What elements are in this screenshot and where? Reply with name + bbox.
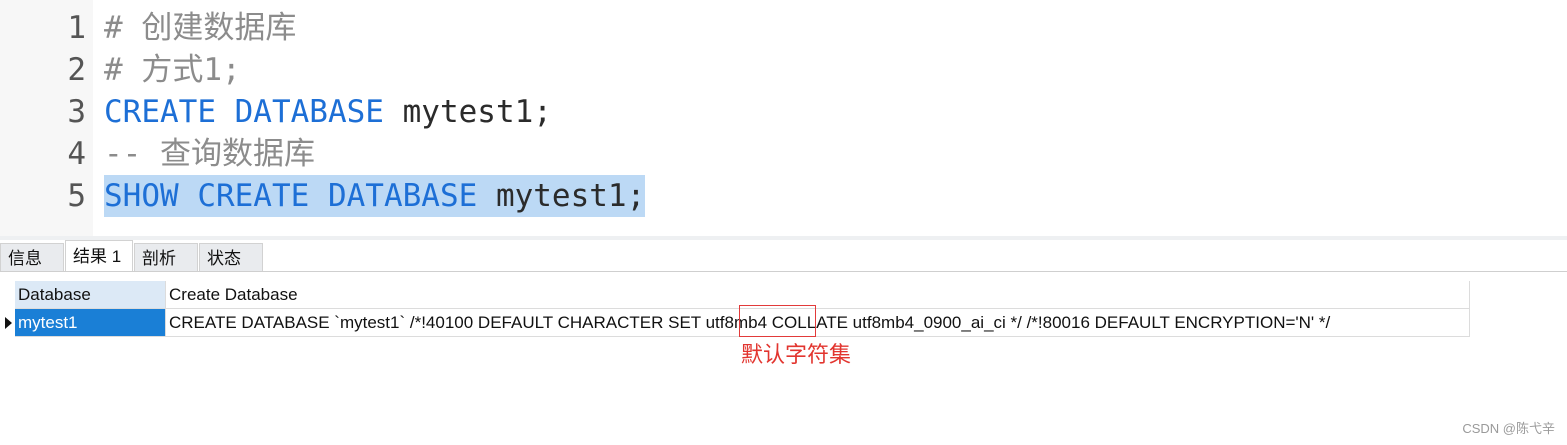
sql-identifier: mytest1; <box>383 94 552 130</box>
sql-keyword: SHOW CREATE DATABASE <box>104 178 478 214</box>
result-tab-bar: 信息 结果 1 剖析 状态 <box>0 240 1567 273</box>
line-number: 3 <box>67 94 86 130</box>
code-line-2[interactable]: 2 # 方式1; <box>0 49 1567 91</box>
sql-identifier: mytest1; <box>477 178 646 214</box>
column-header-database[interactable]: Database <box>15 281 166 309</box>
create-sql-suffix: COLLATE utf8mb4_0900_ai_ci */ /*!80016 D… <box>767 313 1331 332</box>
result-grid[interactable]: Database Create Database mytest1 CREATE … <box>0 281 1470 339</box>
code-line-3[interactable]: 3 CREATE DATABASE mytest1; <box>0 91 1567 133</box>
tab-info[interactable]: 信息 <box>0 243 64 272</box>
cell-database[interactable]: mytest1 <box>15 309 166 337</box>
code-line-4[interactable]: 4 -- 查询数据库 <box>0 133 1567 175</box>
create-sql-prefix: CREATE DATABASE `mytest1` /*!40100 DEFAU… <box>169 313 706 332</box>
comment-text: # 创建数据库 <box>104 10 297 46</box>
current-row-arrow-icon <box>5 317 12 329</box>
tab-status[interactable]: 状态 <box>199 243 263 272</box>
tab-bar-divider <box>0 271 1567 272</box>
line-number: 5 <box>67 178 86 214</box>
watermark: CSDN @陈弋辛 <box>1462 421 1555 436</box>
sql-statement: CREATE DATABASE mytest1; <box>104 91 552 133</box>
row-indicator-column <box>0 281 15 339</box>
line-number: 1 <box>67 10 86 46</box>
tab-result-1[interactable]: 结果 1 <box>65 240 133 272</box>
charset-highlight-box <box>739 305 816 337</box>
line-number: 2 <box>67 52 86 88</box>
line-number: 4 <box>67 136 86 172</box>
code-line-5[interactable]: 5 SHOW CREATE DATABASE mytest1; <box>0 175 1567 217</box>
code-line-1[interactable]: 1 # 创建数据库 <box>0 7 1567 49</box>
sql-keyword: CREATE DATABASE <box>104 94 384 130</box>
column-header-create-database[interactable]: Create Database <box>166 281 1470 309</box>
charset-annotation: 默认字符集 <box>741 342 852 367</box>
selected-sql-statement: SHOW CREATE DATABASE mytest1; <box>104 175 646 217</box>
sql-editor[interactable]: 1 # 创建数据库 2 # 方式1; 3 CREATE DATABASE myt… <box>0 0 1567 236</box>
tab-profile[interactable]: 剖析 <box>134 243 198 272</box>
cell-create-database[interactable]: CREATE DATABASE `mytest1` /*!40100 DEFAU… <box>166 309 1470 337</box>
comment-text: # 方式1; <box>104 52 241 88</box>
comment-text: -- 查询数据库 <box>104 136 315 172</box>
